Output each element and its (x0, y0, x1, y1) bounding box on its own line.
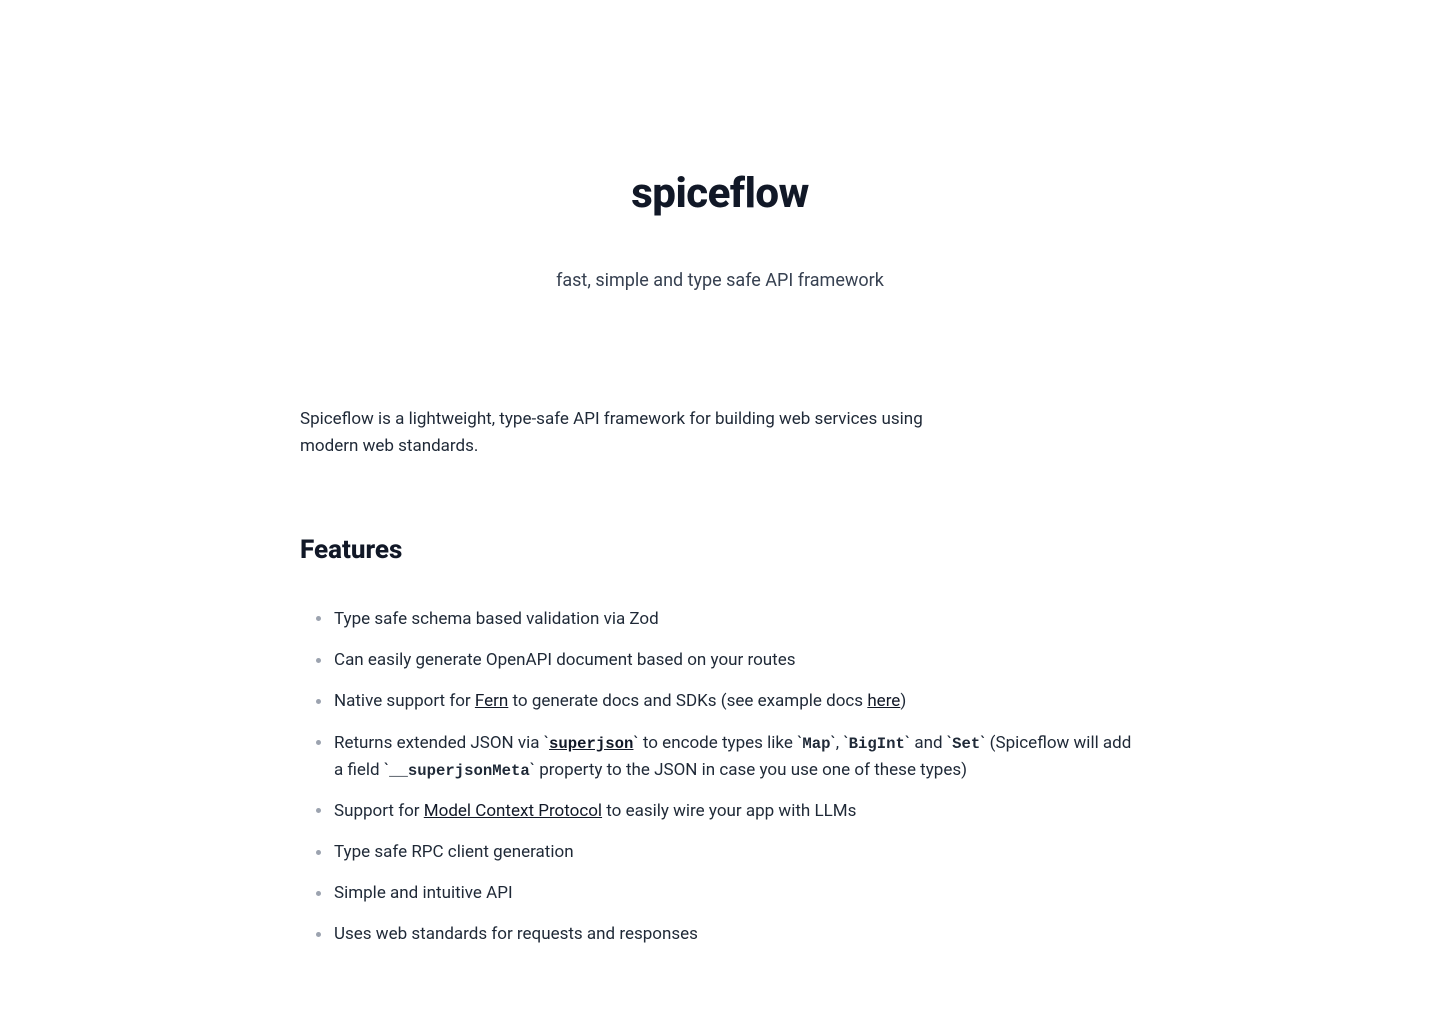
tagline: fast, simple and type safe API framework (300, 267, 1140, 296)
text: Native support for (334, 691, 475, 711)
features-heading: Features (300, 530, 1140, 572)
code-map: Map (802, 735, 830, 753)
features-list: Type safe schema based validation via Zo… (300, 606, 1140, 949)
list-item: Type safe RPC client generation (316, 839, 1140, 866)
list-item: Uses web standards for requests and resp… (316, 921, 1140, 948)
text: to generate docs and SDKs (see example d… (508, 691, 867, 711)
link-fern[interactable]: Fern (475, 691, 508, 711)
list-item: Native support for Fern to generate docs… (316, 688, 1140, 715)
list-item: Returns extended JSON via `superjson` to… (316, 730, 1140, 784)
code-meta: __superjsonMeta (389, 762, 530, 780)
text: to encode types like (639, 733, 797, 753)
list-item: Type safe schema based validation via Zo… (316, 606, 1140, 633)
code-set: Set (952, 735, 980, 753)
list-item: Simple and intuitive API (316, 880, 1140, 907)
text: and (910, 733, 947, 753)
intro-paragraph: Spiceflow is a lightweight, type-safe AP… (300, 406, 980, 460)
link-superjson[interactable]: superjson (549, 733, 633, 753)
code-superjson: superjson (549, 735, 633, 753)
text: Support for (334, 801, 424, 821)
list-item: Can easily generate OpenAPI document bas… (316, 647, 1140, 674)
page-title: spiceflow (300, 160, 1140, 227)
text: Returns extended JSON via (334, 733, 544, 753)
list-item: Support for Model Context Protocol to ea… (316, 798, 1140, 825)
link-mcp[interactable]: Model Context Protocol (424, 801, 602, 821)
text: property to the JSON in case you use one… (535, 760, 967, 780)
link-here[interactable]: here (867, 691, 900, 711)
code-bigint: BigInt (849, 735, 905, 753)
text: to easily wire your app with LLMs (602, 801, 856, 821)
text: ) (900, 691, 906, 711)
